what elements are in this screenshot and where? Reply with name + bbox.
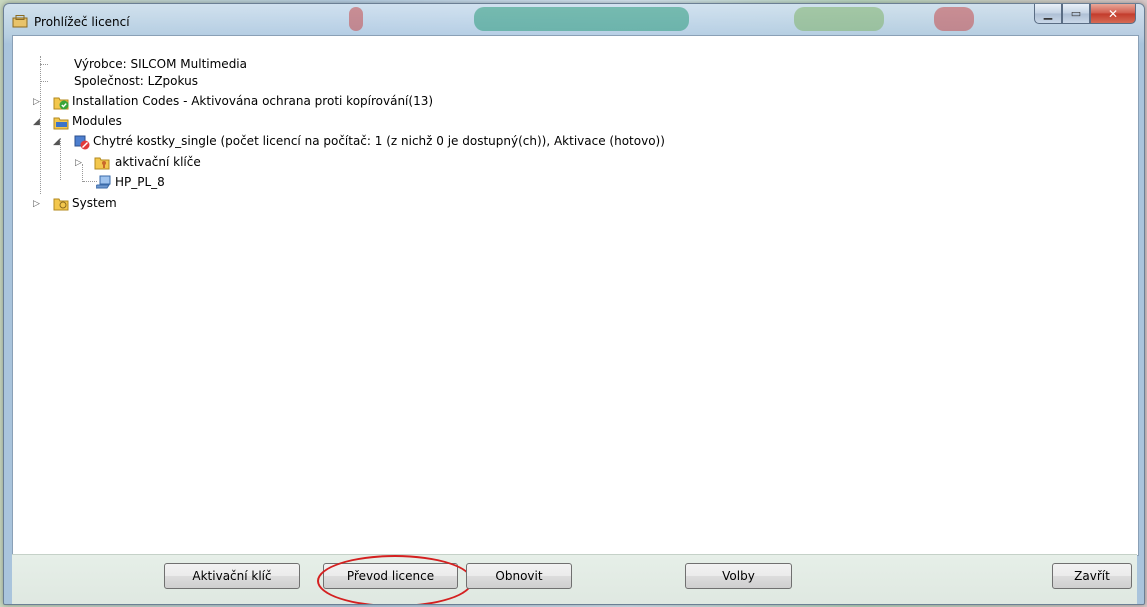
tree-connector (40, 56, 41, 194)
activation-key-button[interactable]: Aktivační klíč (164, 563, 300, 589)
maximize-icon: ▭ (1070, 7, 1082, 20)
tree-item-company[interactable]: Společnost: LZpokus (74, 73, 198, 89)
window-title: Prohlížeč licencí (34, 15, 130, 29)
tree-item-system[interactable]: System (72, 195, 117, 211)
tree-item-installation-codes[interactable]: Installation Codes - Aktivována ochrana … (72, 93, 433, 109)
title-bar[interactable]: Prohlížeč licencí ▁ ▭ ✕ (4, 4, 1144, 38)
tree-item-module[interactable]: Chytré kostky_single (počet licencí na p… (93, 133, 665, 149)
license-icon (12, 15, 28, 28)
background-decoration (474, 7, 689, 31)
tree-connector (40, 64, 48, 65)
tree-connector (83, 181, 97, 182)
background-decoration (794, 7, 884, 31)
collapse-arrow-icon[interactable]: ◢ (33, 117, 40, 127)
refresh-button[interactable]: Obnovit (466, 563, 572, 589)
collapse-arrow-icon[interactable]: ◢ (53, 137, 60, 147)
key-folder-icon (94, 157, 110, 170)
license-tree[interactable]: Výrobce: SILCOM Multimedia Společnost: L… (12, 35, 1139, 556)
close-window-button[interactable]: ✕ (1090, 4, 1136, 24)
tree-item-modules[interactable]: Modules (72, 113, 122, 129)
module-blocked-icon (74, 135, 90, 150)
window-controls: ▁ ▭ ✕ (1034, 4, 1136, 24)
background-decoration (934, 7, 974, 31)
license-viewer-window: Prohlížeč licencí ▁ ▭ ✕ Výrobce: SILCOM … (3, 3, 1145, 605)
tree-item-computer[interactable]: HP_PL_8 (115, 174, 165, 190)
tree-item-label: Modules (72, 114, 122, 128)
tree-connector (60, 138, 61, 180)
close-icon: ✕ (1107, 6, 1119, 21)
tree-item-label: aktivační klíče (115, 155, 201, 169)
computer-icon (96, 175, 111, 189)
tree-item-label: System (72, 196, 117, 210)
expand-arrow-icon[interactable]: ▷ (33, 97, 40, 107)
close-button[interactable]: Zavřít (1052, 563, 1132, 589)
tree-connector (82, 164, 83, 182)
expand-arrow-icon[interactable]: ▷ (75, 158, 82, 168)
tree-item-label: Společnost: LZpokus (74, 74, 198, 88)
tree-item-label: HP_PL_8 (115, 175, 165, 189)
minimize-button[interactable]: ▁ (1034, 4, 1062, 24)
modules-folder-icon (53, 117, 69, 130)
button-bar: Aktivační klíč Převod licence Obnovit Vo… (12, 554, 1137, 604)
tree-item-label: Výrobce: SILCOM Multimedia (74, 57, 247, 71)
system-folder-icon (53, 198, 69, 211)
folder-check-icon (53, 97, 69, 110)
tree-connector (40, 81, 48, 82)
highlight-ellipse (317, 555, 473, 604)
tree-item-label: Chytré kostky_single (počet licencí na p… (93, 134, 665, 148)
expand-arrow-icon[interactable]: ▷ (33, 199, 40, 209)
tree-item-activation-keys[interactable]: aktivační klíče (115, 154, 201, 170)
background-decoration (349, 7, 363, 31)
minimize-icon: ▁ (1043, 7, 1053, 20)
maximize-button[interactable]: ▭ (1062, 4, 1090, 24)
options-button[interactable]: Volby (685, 563, 792, 589)
tree-item-vendor[interactable]: Výrobce: SILCOM Multimedia (74, 56, 247, 72)
tree-item-label: Installation Codes - Aktivována ochrana … (72, 94, 434, 108)
